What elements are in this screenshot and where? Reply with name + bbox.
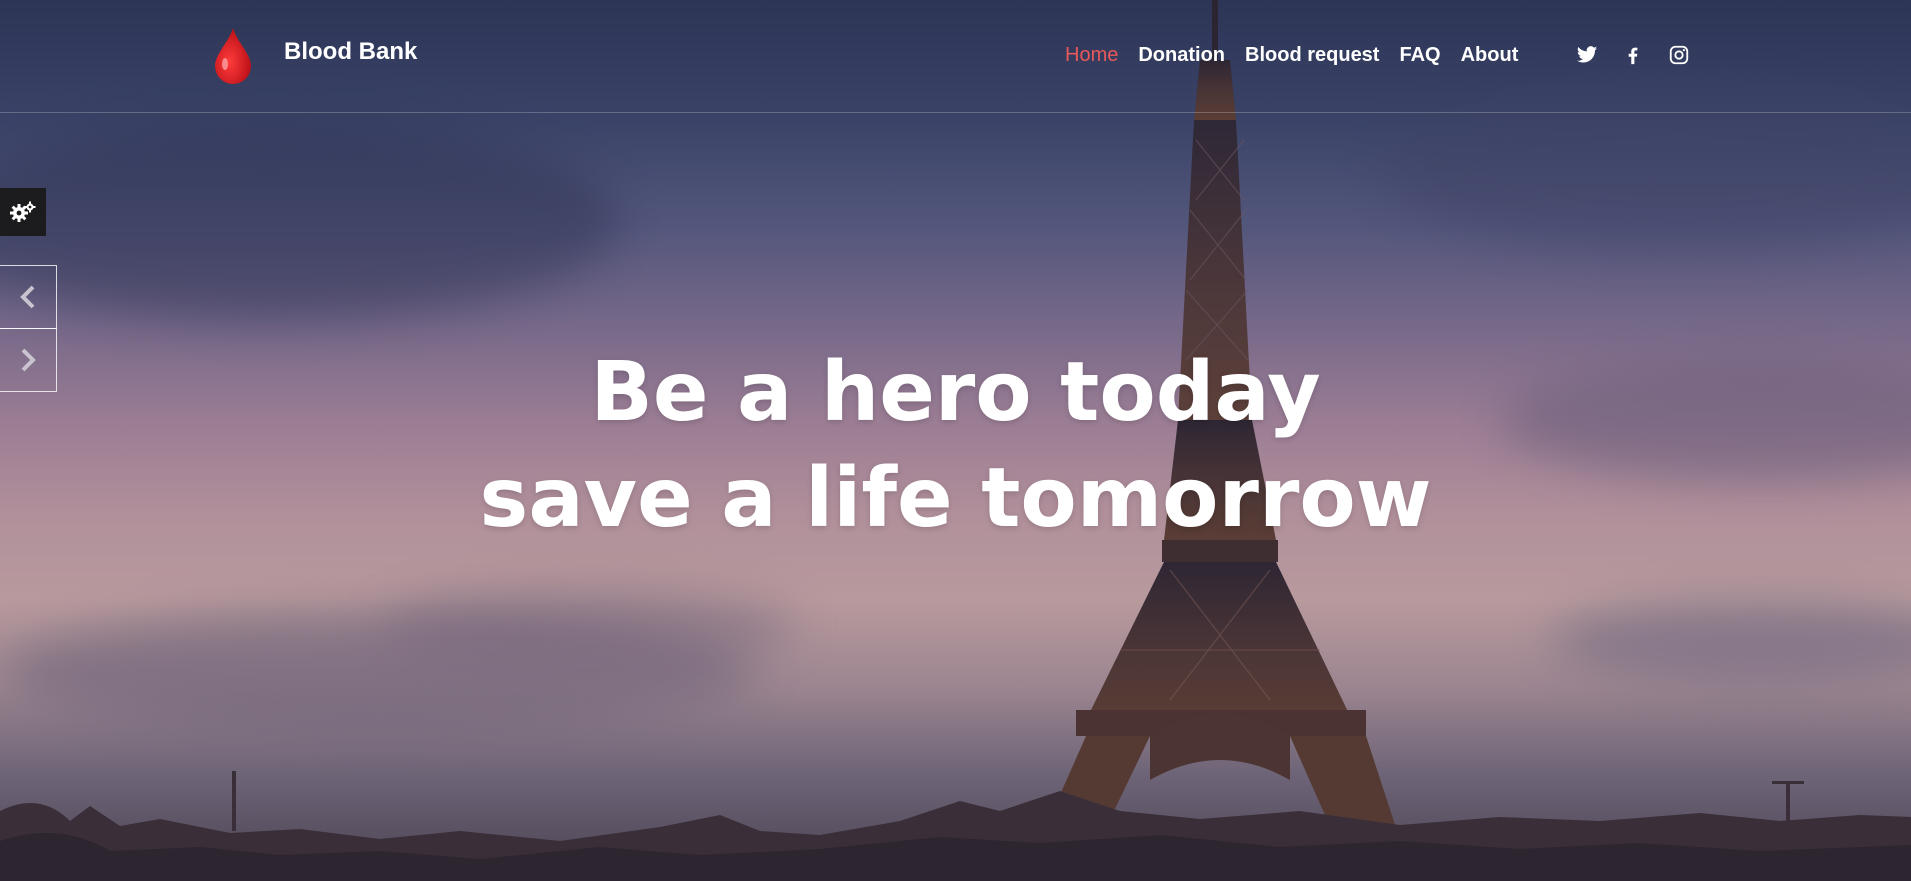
city-skyline-image [0, 771, 1911, 881]
settings-toggle-button[interactable] [0, 188, 46, 236]
instagram-icon[interactable] [1668, 44, 1690, 66]
main-nav: Home Donation Blood request FAQ About [1065, 44, 1538, 67]
prev-slide-button[interactable] [0, 265, 57, 329]
nav-item-faq[interactable]: FAQ [1399, 44, 1440, 67]
hero-section: Blood Bank Home Donation Blood request F… [0, 0, 1911, 881]
twitter-icon[interactable] [1576, 44, 1598, 66]
blood-drop-icon[interactable] [213, 26, 253, 84]
hero-headline: Be a hero today save a life tomorrow [0, 340, 1911, 552]
facebook-icon[interactable] [1622, 44, 1644, 66]
nav-item-blood-request[interactable]: Blood request [1245, 44, 1379, 67]
cloud-band [380, 590, 800, 660]
site-header: Blood Bank Home Donation Blood request F… [0, 0, 1911, 113]
hero-headline-line-1: Be a hero today [590, 345, 1321, 440]
cloud-band [0, 120, 620, 320]
gears-icon [10, 201, 36, 222]
social-links [1576, 44, 1690, 66]
chevron-left-icon [20, 285, 35, 309]
hero-headline-line-2: save a life tomorrow [479, 451, 1432, 546]
brand-name[interactable]: Blood Bank [284, 38, 417, 66]
nav-item-about[interactable]: About [1461, 44, 1519, 67]
nav-item-home[interactable]: Home [1065, 44, 1118, 67]
cloud-band [1380, 90, 1911, 250]
nav-item-donation[interactable]: Donation [1138, 44, 1225, 67]
cloud-band [1550, 600, 1911, 680]
